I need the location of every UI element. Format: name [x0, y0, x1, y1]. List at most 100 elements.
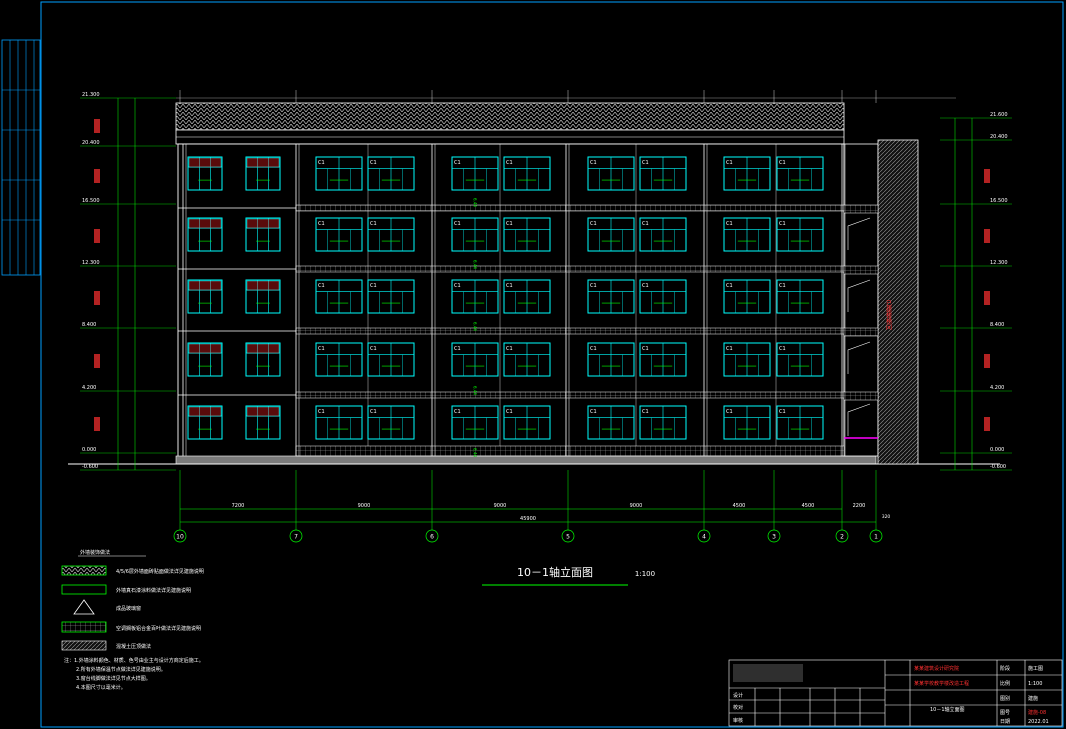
window: C1 — [776, 342, 824, 377]
legend-title: 外墙装饰做法 — [80, 549, 110, 556]
bay-dimension: 9000 — [358, 503, 371, 509]
stair-tower — [843, 143, 879, 457]
axis-number: 6 — [430, 534, 434, 541]
window-tag: C1 — [726, 346, 733, 352]
stair-landing — [843, 265, 879, 275]
level-value-left: 12.300 — [82, 260, 100, 266]
window-tag: C1 — [318, 221, 325, 227]
window: C1 — [776, 405, 824, 440]
window: C1 — [723, 279, 771, 314]
title-reviewer-label: 审核 — [733, 717, 743, 724]
window-tag: C1 — [590, 160, 597, 166]
window-tag: C1 — [590, 221, 597, 227]
window-tag: C1 — [370, 409, 377, 415]
window-tag: C1 — [779, 409, 786, 415]
title-designer-label: 设计 — [733, 692, 743, 699]
window: C1 — [503, 217, 551, 252]
window — [245, 342, 281, 377]
drawing-title: 10－1轴立面图 — [517, 565, 593, 579]
ground-railing — [295, 445, 845, 457]
floor-name-left — [94, 119, 100, 133]
title-date-label: 日期 — [1000, 719, 1010, 725]
level-value-right: 12.300 — [990, 260, 1008, 266]
level-value-left: 0.000 — [82, 447, 96, 453]
window — [187, 217, 223, 252]
bay-dimension: 4500 — [733, 503, 746, 509]
window: C1 — [587, 217, 635, 252]
window-tag: C1 — [779, 346, 786, 352]
window: C1 — [367, 279, 415, 314]
title-stage-label: 阶段 — [1000, 665, 1010, 672]
title-sheet-label: 图别 — [1000, 695, 1010, 702]
window: C1 — [315, 156, 363, 191]
floor-railing — [295, 204, 845, 212]
stair-landing — [843, 391, 879, 401]
window: C1 — [315, 405, 363, 440]
window — [187, 405, 223, 440]
window: C1 — [367, 405, 415, 440]
title-company: 某某建筑设计研究院 — [914, 665, 959, 672]
axis-number: 7 — [294, 534, 298, 541]
level-value-right: -0.600 — [990, 464, 1006, 470]
window: C1 — [639, 279, 687, 314]
elevation-drawing: 已建楼梯间 C1 C1 C1 C1 C1 C1 C1 C1 C1 C1 C1 C1 C1 C1 C1 C1 C1 C… — [1, 1, 1064, 728]
window-tag: C1 — [590, 409, 597, 415]
window-tag: C1 — [726, 221, 733, 227]
window: C1 — [587, 279, 635, 314]
bay-dimension: 9000 — [494, 503, 507, 509]
window-tag: C1 — [642, 283, 649, 289]
floor-name-right — [984, 291, 990, 305]
title-checker-label: 校对 — [733, 704, 743, 711]
bay-dimension: 9000 — [630, 503, 643, 509]
edge-dimension: 320 — [882, 514, 891, 520]
level-value-right: 0.000 — [990, 447, 1004, 453]
window-tag: C1 — [642, 160, 649, 166]
window-tint — [189, 219, 221, 229]
window: C1 — [639, 156, 687, 191]
window: C1 — [723, 217, 771, 252]
window: C1 — [776, 279, 824, 314]
axis-tag: 6.44 — [473, 386, 478, 395]
level-value-right: 8.400 — [990, 322, 1004, 328]
window — [245, 156, 281, 191]
legend-item: 混凝土压顶做法 — [116, 643, 151, 650]
window: C1 — [367, 217, 415, 252]
roof-parapet — [175, 102, 845, 131]
window-tag: C1 — [726, 283, 733, 289]
legend-swatch-paint — [61, 584, 107, 595]
window-tag: C1 — [454, 409, 461, 415]
window: C1 — [776, 217, 824, 252]
floor-name-left — [94, 417, 100, 431]
window: C1 — [315, 342, 363, 377]
window-tint — [247, 407, 279, 417]
floor-name-right — [984, 229, 990, 243]
axis-number: 10 — [176, 534, 184, 541]
legend-item: 成品玻璃窗 — [116, 605, 141, 612]
axis-number: 5 — [566, 534, 570, 541]
window: C1 — [315, 217, 363, 252]
window-tint — [247, 344, 279, 354]
window-tag: C1 — [318, 409, 325, 415]
legend-swatch-louver — [61, 621, 107, 633]
window-tag: C1 — [590, 283, 597, 289]
window-tag: C1 — [642, 409, 649, 415]
window: C1 — [503, 156, 551, 191]
level-value-right: 21.600 — [990, 112, 1008, 118]
window-tag: C1 — [506, 409, 513, 415]
legend-item: 空调搁板铝合金百叶做法详见建施说明 — [116, 625, 201, 632]
axis-number: 4 — [702, 534, 706, 541]
level-value-left: 4.200 — [82, 385, 96, 391]
window-tag: C1 — [454, 221, 461, 227]
window-tag: C1 — [318, 160, 325, 166]
axis-tag: 6.44 — [473, 448, 478, 457]
window: C1 — [587, 342, 635, 377]
window-tag: C1 — [318, 283, 325, 289]
axis-tag: 6.44 — [473, 322, 478, 331]
window-tag: C1 — [454, 346, 461, 352]
window-tag: C1 — [370, 221, 377, 227]
window-tag: C1 — [779, 160, 786, 166]
window-tag: C1 — [590, 346, 597, 352]
legend-swatch-glass — [73, 599, 95, 615]
floor-name-left — [94, 291, 100, 305]
floor-railing — [295, 391, 845, 399]
